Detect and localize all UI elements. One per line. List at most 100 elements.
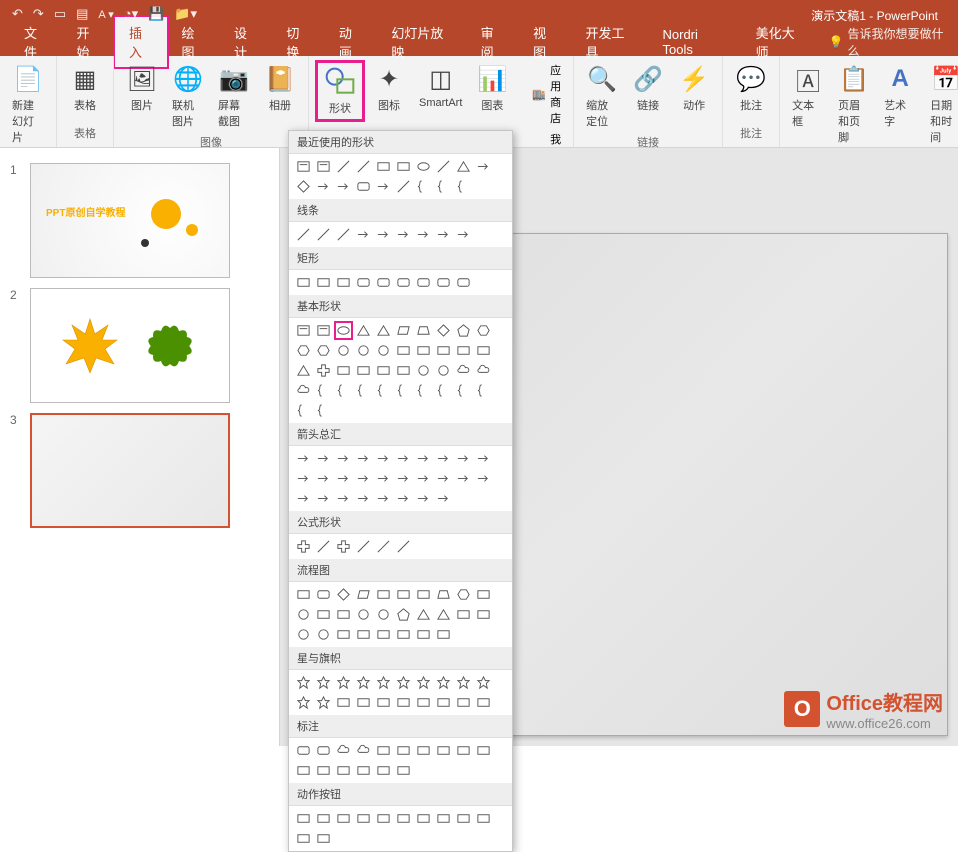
shape-arrow4[interactable] [374, 449, 393, 468]
shape-arrow10[interactable] [294, 469, 313, 488]
shape-rect16[interactable] [414, 341, 433, 360]
shape-para5[interactable] [394, 321, 413, 340]
shape-rrect0[interactable] [294, 741, 313, 760]
shape-arrow8[interactable] [454, 225, 473, 244]
shape-line3[interactable] [354, 537, 373, 556]
shape-star4[interactable] [374, 673, 393, 692]
shape-rrect3[interactable] [354, 273, 373, 292]
shape-rect4[interactable] [374, 809, 393, 828]
table-button[interactable]: ▦ 表格 [63, 60, 107, 116]
header-footer-button[interactable]: 📋 页眉和页脚 [832, 60, 876, 148]
shape-rect9[interactable] [474, 741, 493, 760]
shape-circle14[interactable] [374, 605, 393, 624]
shape-circle12[interactable] [334, 341, 353, 360]
shape-star11[interactable] [314, 693, 333, 712]
album-button[interactable]: 📔 相册 [258, 60, 302, 116]
shape-rect13[interactable] [354, 693, 373, 712]
tell-me-search[interactable]: 💡 告诉我你想要做什么 [829, 25, 949, 59]
screenshot-button[interactable]: 📷 屏幕截图 [212, 60, 256, 132]
shape-brace31[interactable] [314, 381, 333, 400]
shape-rect15[interactable] [394, 761, 413, 780]
shape-rect18[interactable] [454, 693, 473, 712]
shapes-button[interactable]: 形状 [315, 60, 365, 122]
qat-font[interactable]: A ▾ [98, 8, 113, 21]
shape-tri3[interactable] [354, 321, 373, 340]
shape-arrow5[interactable] [394, 225, 413, 244]
shape-rect17[interactable] [434, 341, 453, 360]
shape-rrect13[interactable] [354, 177, 373, 196]
shape-cloud28[interactable] [454, 361, 473, 380]
shape-tri4[interactable] [374, 321, 393, 340]
shape-star8[interactable] [454, 673, 473, 692]
shape-brace34[interactable] [374, 381, 393, 400]
shape-brace33[interactable] [354, 381, 373, 400]
shape-arrow17[interactable] [434, 469, 453, 488]
shape-brace39[interactable] [474, 381, 493, 400]
shape-rect18[interactable] [454, 605, 473, 624]
shape-line1[interactable] [314, 225, 333, 244]
shape-arrow19[interactable] [474, 469, 493, 488]
shape-text1[interactable] [314, 321, 333, 340]
shape-brace16[interactable] [414, 177, 433, 196]
shape-rrect8[interactable] [454, 273, 473, 292]
shape-arrow14[interactable] [374, 177, 393, 196]
shape-hex8[interactable] [454, 585, 473, 604]
shape-line5[interactable] [394, 537, 413, 556]
shape-arrow3[interactable] [354, 225, 373, 244]
link-button[interactable]: 🔗 链接 [626, 60, 670, 116]
open-button[interactable]: 📁▾ [174, 6, 197, 22]
shape-plus0[interactable] [294, 537, 313, 556]
picture-button[interactable]: 🖼 图片 [120, 60, 164, 116]
shape-diamond10[interactable] [294, 177, 313, 196]
shape-arrow7[interactable] [434, 225, 453, 244]
shape-trap6[interactable] [414, 321, 433, 340]
online-picture-button[interactable]: 🌐 联机图片 [166, 60, 210, 132]
shape-rect23[interactable] [354, 361, 373, 380]
slide-thumb-2[interactable]: 2 [0, 283, 279, 408]
shape-star9[interactable] [474, 673, 493, 692]
shape-star10[interactable] [294, 693, 313, 712]
shape-line2[interactable] [334, 157, 353, 176]
redo-button[interactable]: ↷ [33, 6, 44, 22]
shape-rect1[interactable] [314, 809, 333, 828]
shape-arrow1[interactable] [314, 449, 333, 468]
shape-rect5[interactable] [394, 585, 413, 604]
shape-rrect6[interactable] [414, 273, 433, 292]
shape-line0[interactable] [294, 225, 313, 244]
shape-arrow9[interactable] [474, 157, 493, 176]
shape-arrow21[interactable] [314, 489, 333, 508]
shape-rect16[interactable] [414, 693, 433, 712]
slide-thumbnail[interactable]: PPT原创自学教程 [30, 163, 230, 278]
qat-btn[interactable]: ▤ [76, 6, 88, 22]
shape-arrow22[interactable] [334, 489, 353, 508]
shape-circle14[interactable] [374, 341, 393, 360]
slide-thumbnail[interactable] [30, 413, 230, 528]
slide-panel[interactable]: 1 PPT原创自学教程 2 3 [0, 148, 280, 746]
zoom-button[interactable]: 🔍 缩放定位 [580, 60, 624, 132]
shape-rect4[interactable] [374, 157, 393, 176]
shape-arrow15[interactable] [394, 469, 413, 488]
shape-circle13[interactable] [354, 605, 373, 624]
shape-text0[interactable] [294, 157, 313, 176]
shape-rect2[interactable] [334, 809, 353, 828]
shape-rect10[interactable] [294, 761, 313, 780]
shape-rect19[interactable] [474, 341, 493, 360]
shape-rect17[interactable] [434, 693, 453, 712]
shape-rect1[interactable] [314, 273, 333, 292]
shape-text1[interactable] [314, 157, 333, 176]
shape-line3[interactable] [354, 157, 373, 176]
shape-cloud30[interactable] [294, 381, 313, 400]
shape-penta15[interactable] [394, 605, 413, 624]
shape-tri8[interactable] [454, 157, 473, 176]
action-button[interactable]: ⚡ 动作 [672, 60, 716, 116]
shape-tri20[interactable] [294, 361, 313, 380]
shape-rect12[interactable] [334, 693, 353, 712]
shape-arrow0[interactable] [294, 449, 313, 468]
smartart-button[interactable]: ◫ SmartArt [413, 60, 468, 112]
shape-brace38[interactable] [454, 381, 473, 400]
shape-rect0[interactable] [294, 585, 313, 604]
shape-penta8[interactable] [454, 321, 473, 340]
shape-rect14[interactable] [374, 761, 393, 780]
shape-arrow6[interactable] [414, 449, 433, 468]
shape-rect5[interactable] [394, 809, 413, 828]
